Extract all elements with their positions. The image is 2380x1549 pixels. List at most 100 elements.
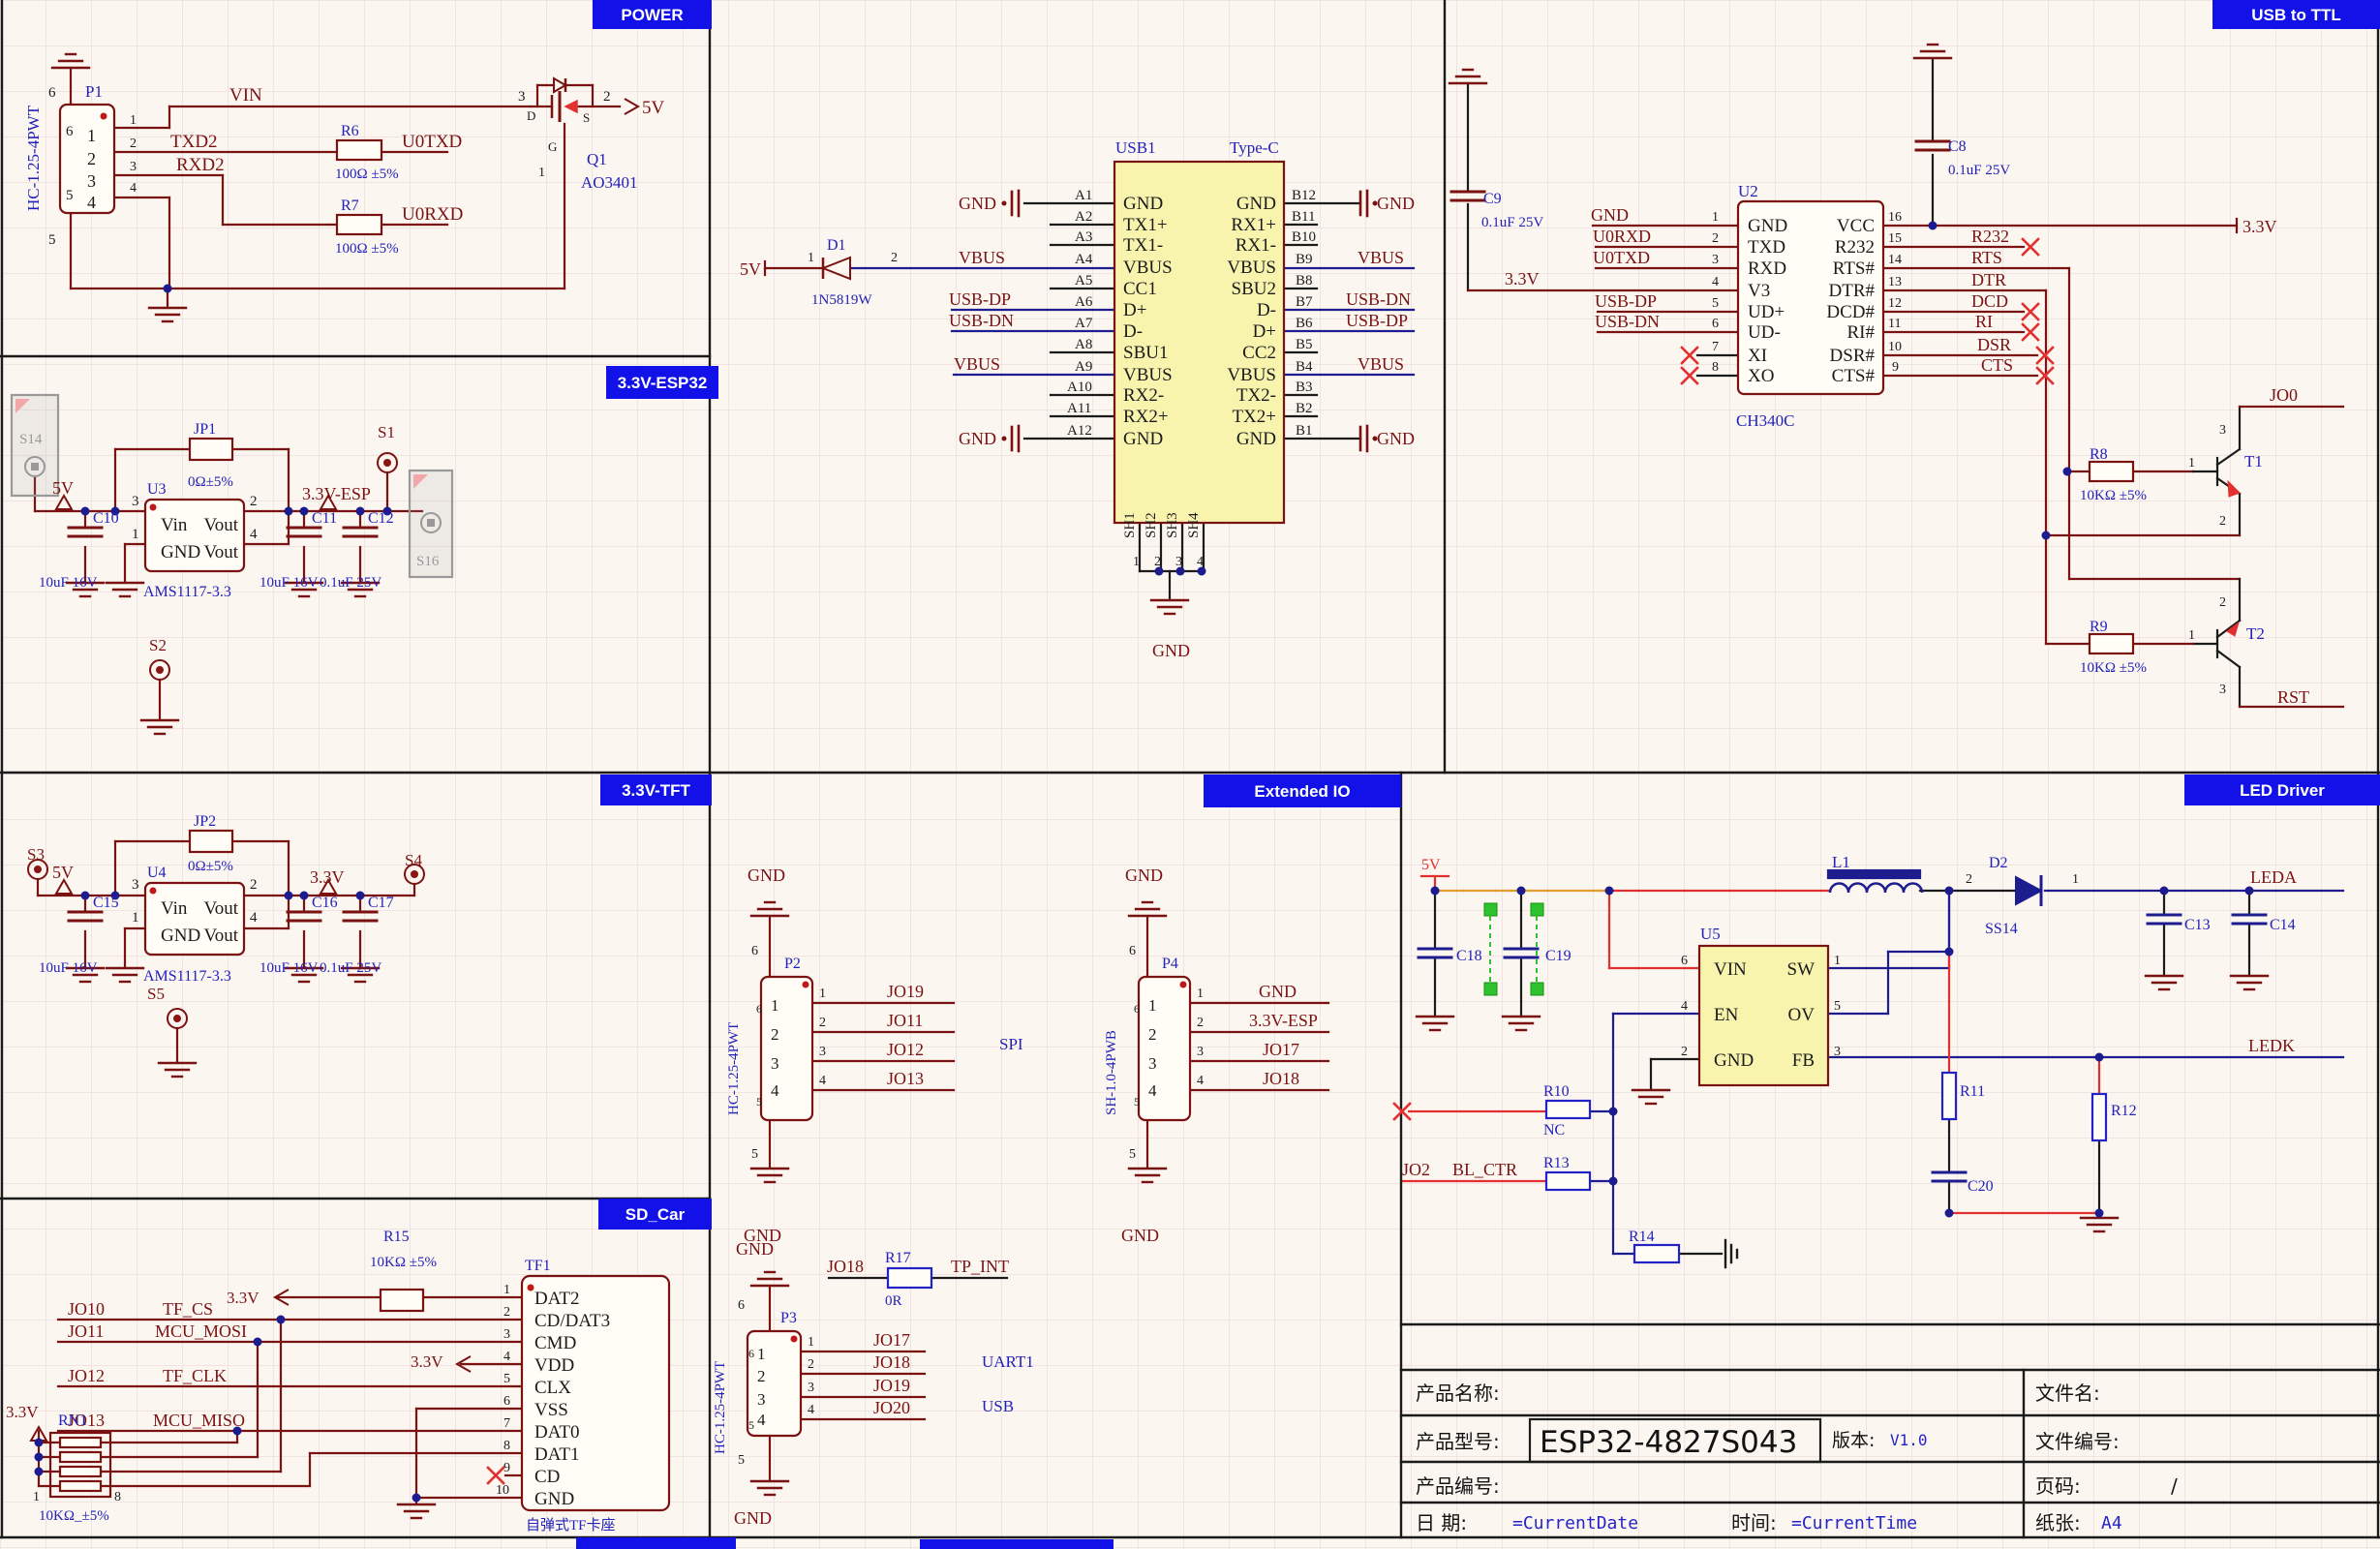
testpoint-dot (34, 866, 42, 873)
junction-dot (285, 892, 293, 900)
label-jo10: JO10 (68, 1299, 105, 1319)
label-q1: Q1 (587, 150, 607, 168)
pin1-marker (1180, 982, 1187, 988)
label-3: 3 (132, 877, 139, 893)
label-: 产品型号: (1416, 1430, 1500, 1453)
label-jo17: JO17 (1263, 1040, 1299, 1059)
component-JP1[interactable] (190, 439, 232, 460)
component-RN1-r2[interactable] (60, 1452, 101, 1462)
component-P2[interactable] (761, 977, 812, 1120)
label-b8: B8 (1296, 273, 1313, 289)
pin1-marker (791, 1336, 798, 1343)
label-vin: Vin (161, 515, 188, 535)
label-2: 2 (603, 89, 611, 105)
label-: 文件名: (2035, 1382, 2100, 1405)
label-a11: A11 (1067, 401, 1091, 416)
component-R14[interactable] (1634, 1245, 1679, 1262)
label-tf1: TF1 (525, 1258, 551, 1274)
component-R12[interactable] (2092, 1094, 2106, 1140)
component-JP2[interactable] (190, 831, 232, 852)
label-ch340c: CH340C (1736, 411, 1794, 430)
label-cts: CTS (1981, 355, 2013, 375)
label-dcd#: DCD# (1826, 302, 1875, 322)
component-L1-bar[interactable] (1828, 870, 1920, 878)
label-dcd: DCD (1971, 291, 2008, 311)
label-s5: S5 (147, 985, 165, 1003)
label-ams1117-33: AMS1117-3.3 (143, 968, 231, 985)
label-dsr: DSR (1977, 335, 2011, 354)
section-banner-label: 3.3V-ESP32 (618, 374, 708, 392)
label-gnd: GND (736, 1239, 774, 1259)
junction-dot (1609, 1108, 1618, 1116)
label-1005: 100Ω ±5% (335, 241, 399, 257)
label-r13: R13 (1543, 1155, 1570, 1171)
label-p4: P4 (1162, 956, 1178, 972)
component-R10[interactable] (1546, 1101, 1590, 1118)
label-2: 2 (808, 1357, 814, 1372)
component-R13[interactable] (1546, 1172, 1590, 1190)
label-r8: R8 (2090, 446, 2108, 463)
label-14: 14 (1888, 253, 1902, 267)
label-t2: T2 (2246, 624, 2265, 643)
label-1: 1 (819, 987, 826, 1001)
label-c19: C19 (1545, 948, 1571, 964)
label-usb-dp: USB-DP (1346, 311, 1408, 330)
label-3: 3 (518, 89, 526, 105)
label-p2: P2 (784, 956, 801, 972)
label-d-: D- (1257, 300, 1276, 320)
label-p1: P1 (85, 82, 103, 101)
component-R8[interactable] (2090, 462, 2133, 481)
label-d+: D+ (1123, 300, 1146, 320)
label-a4: A4 (1075, 252, 1093, 267)
component-R17[interactable] (888, 1268, 931, 1288)
junction-dot (1431, 887, 1440, 896)
component-RN1-r3[interactable] (60, 1467, 101, 1476)
label-11: 11 (1888, 317, 1901, 331)
label-hc-125-4pwt: HC-1.25-4PWT (726, 1022, 742, 1115)
label-s4: S4 (405, 851, 422, 869)
label-u3: U3 (147, 481, 167, 498)
selection-handle[interactable] (1531, 903, 1543, 916)
label-1: 1 (1197, 987, 1204, 1001)
component-RN1-r1[interactable] (60, 1438, 101, 1447)
label-jo20: JO20 (873, 1398, 910, 1417)
component-P4[interactable] (1139, 977, 1190, 1120)
label-5: 5 (1134, 1095, 1140, 1109)
label-4: 4 (1148, 1081, 1157, 1100)
component-R15[interactable] (381, 1290, 423, 1311)
schematic-sheet: P1HC-1.25-4PWT665512341234VINTXD2RXD2R61… (0, 0, 2380, 1549)
label-jo18: JO18 (873, 1352, 910, 1372)
label-gnd: GND (1236, 429, 1276, 449)
junction-dot (2095, 1209, 2104, 1218)
component-R11[interactable] (1942, 1073, 1956, 1119)
symbol-path (2228, 481, 2240, 497)
selection-handle[interactable] (1531, 983, 1543, 995)
label-6: 6 (48, 85, 56, 101)
label-3: 3 (503, 1327, 510, 1342)
component-P3[interactable] (748, 1331, 801, 1436)
label-vss: VSS (534, 1400, 568, 1420)
component-RN1-r4[interactable] (60, 1481, 101, 1491)
junction-dot (254, 1338, 262, 1347)
component-R7[interactable] (337, 215, 381, 234)
selection-handle[interactable] (1484, 983, 1497, 995)
label-cmd: CMD (534, 1333, 576, 1353)
wire (2217, 449, 2240, 465)
label-jo11: JO11 (887, 1011, 923, 1030)
selection-handle[interactable] (1484, 903, 1497, 916)
junction-dot (1945, 1209, 1954, 1218)
component-R9[interactable] (2090, 634, 2133, 653)
label-gnd: GND (1123, 194, 1163, 214)
label-sw: SW (1787, 959, 1816, 980)
label-usb-dn: USB-DN (1595, 312, 1660, 331)
label-6: 6 (1134, 1002, 1140, 1016)
label-6: 6 (1129, 944, 1136, 958)
label-6: 6 (738, 1298, 745, 1313)
component-R6[interactable] (337, 140, 381, 160)
label-u0txd: U0TXD (1593, 248, 1650, 267)
label-c20: C20 (1968, 1178, 1994, 1195)
label-: 日 期: (1416, 1511, 1467, 1534)
testpoint-dot (383, 459, 391, 467)
label-1: 1 (808, 1335, 814, 1350)
label-2: 2 (757, 1367, 766, 1385)
